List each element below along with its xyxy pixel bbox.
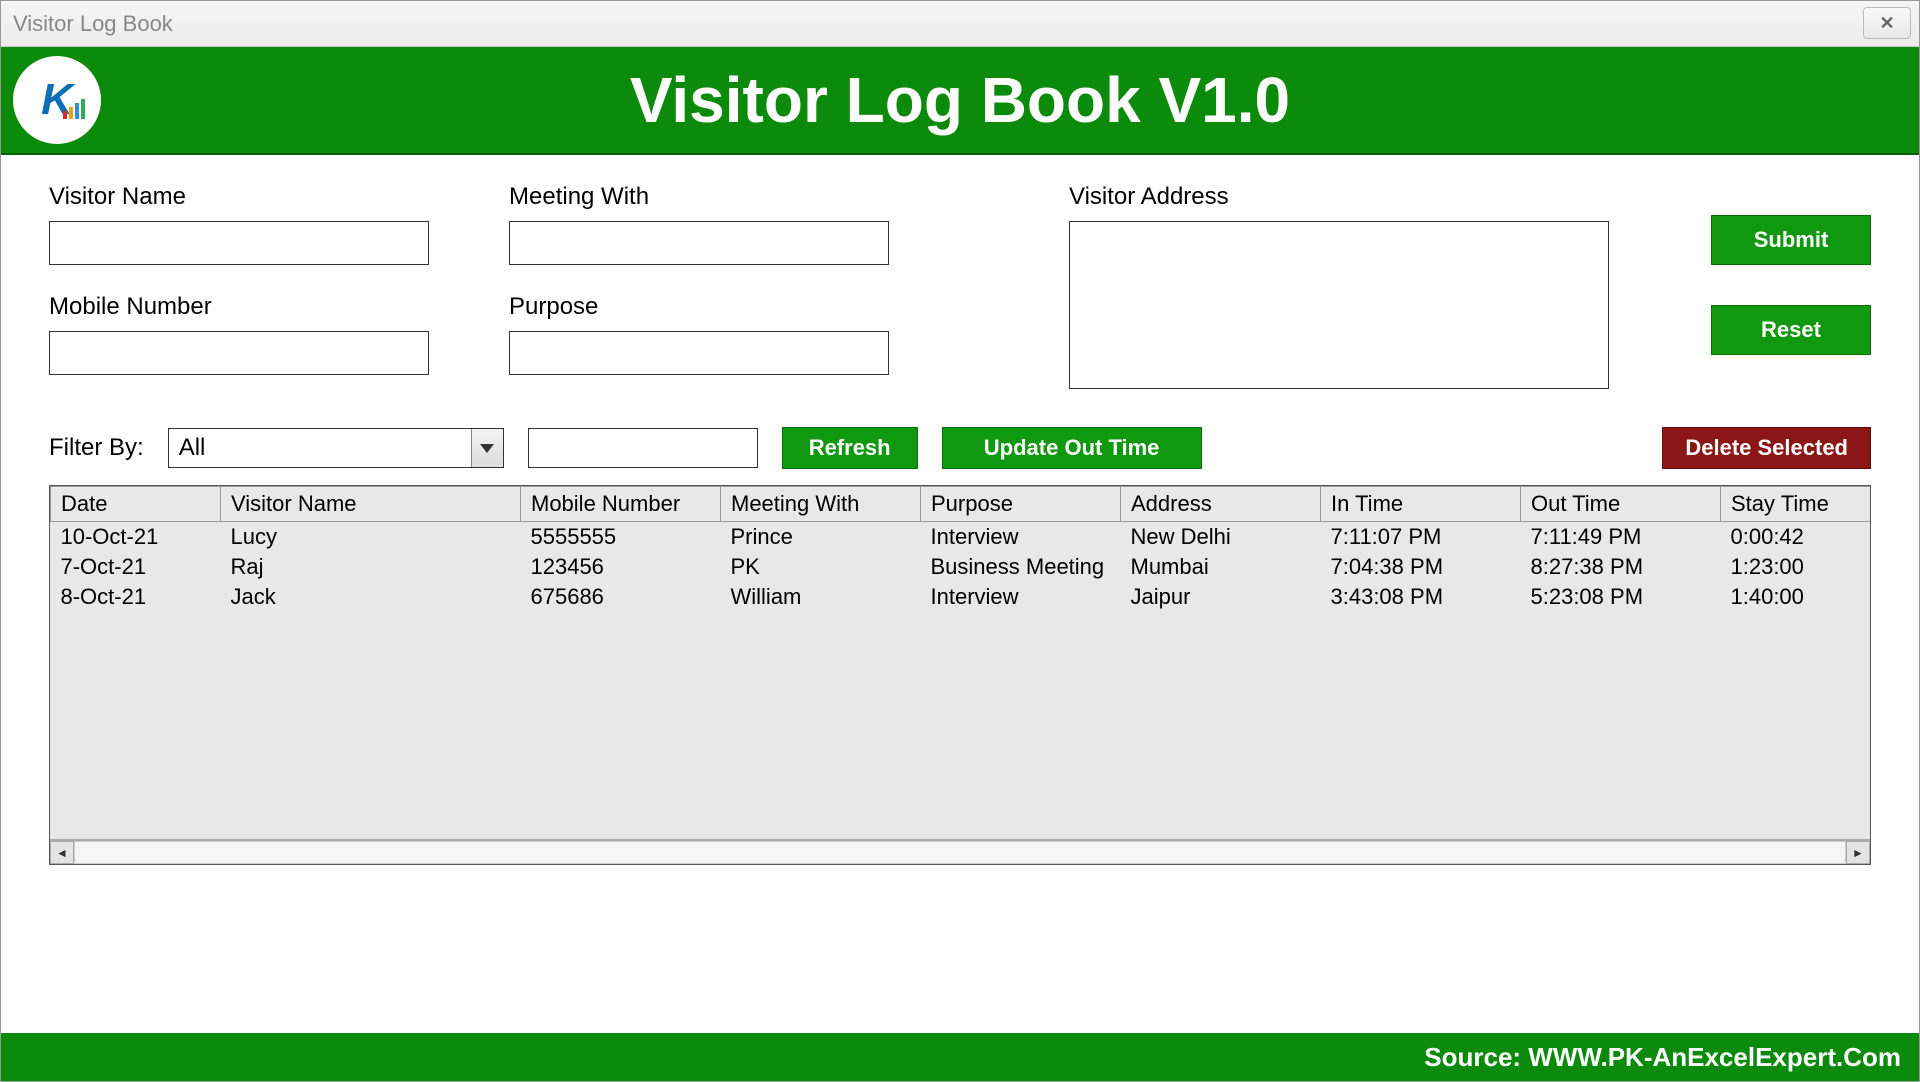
visitor-address-input[interactable]	[1069, 221, 1609, 389]
cell-name: Lucy	[221, 522, 521, 553]
scroll-track[interactable]	[74, 841, 1846, 864]
cell-purpose: Business Meeting	[921, 552, 1121, 582]
cell-in: 7:11:07 PM	[1321, 522, 1521, 553]
reset-button[interactable]: Reset	[1711, 305, 1871, 355]
chevron-down-icon	[471, 429, 503, 467]
filter-search-input[interactable]	[528, 428, 758, 468]
cell-address: Mumbai	[1121, 552, 1321, 582]
cell-mobile: 5555555	[521, 522, 721, 553]
cell-meeting: William	[721, 582, 921, 612]
cell-in: 3:43:08 PM	[1321, 582, 1521, 612]
col-date[interactable]: Date	[51, 487, 221, 522]
cell-date: 10-Oct-21	[51, 522, 221, 553]
header-banner: K Visitor Log Book V1.0	[1, 47, 1919, 155]
filter-toolbar: Filter By: All Refresh Update Out Time D…	[1, 399, 1919, 479]
cell-in: 7:04:38 PM	[1321, 552, 1521, 582]
cell-meeting: PK	[721, 552, 921, 582]
cell-out: 8:27:38 PM	[1521, 552, 1721, 582]
visitor-name-input[interactable]	[49, 221, 429, 265]
app-window: Visitor Log Book ✕ K Visitor Log Book V1…	[0, 0, 1920, 1082]
scroll-left-icon[interactable]: ◄	[50, 841, 74, 864]
cell-stay: 1:40:00	[1721, 582, 1871, 612]
delete-selected-button[interactable]: Delete Selected	[1662, 427, 1871, 469]
grid-header-row: Date Visitor Name Mobile Number Meeting …	[51, 487, 1871, 522]
footer-banner: Source: WWW.PK-AnExcelExpert.Com	[1, 1033, 1919, 1081]
footer-text: Source: WWW.PK-AnExcelExpert.Com	[1424, 1042, 1901, 1073]
mobile-number-label: Mobile Number	[49, 293, 509, 321]
purpose-input[interactable]	[509, 331, 889, 375]
mobile-number-input[interactable]	[49, 331, 429, 375]
cell-out: 7:11:49 PM	[1521, 522, 1721, 553]
data-grid[interactable]: Date Visitor Name Mobile Number Meeting …	[49, 485, 1871, 865]
purpose-label: Purpose	[509, 293, 1069, 321]
filter-by-combo[interactable]: All	[168, 428, 504, 468]
cell-mobile: 123456	[521, 552, 721, 582]
titlebar: Visitor Log Book ✕	[1, 1, 1919, 47]
banner-title: Visitor Log Book V1.0	[101, 63, 1907, 137]
window-title: Visitor Log Book	[13, 11, 173, 37]
col-out-time[interactable]: Out Time	[1521, 487, 1721, 522]
cell-meeting: Prince	[721, 522, 921, 553]
cell-out: 5:23:08 PM	[1521, 582, 1721, 612]
scroll-right-icon[interactable]: ►	[1846, 841, 1870, 864]
cell-address: New Delhi	[1121, 522, 1321, 553]
col-address[interactable]: Address	[1121, 487, 1321, 522]
horizontal-scrollbar[interactable]: ◄ ►	[50, 840, 1870, 864]
col-in-time[interactable]: In Time	[1321, 487, 1521, 522]
cell-address: Jaipur	[1121, 582, 1321, 612]
table-row[interactable]: 7-Oct-21Raj123456PKBusiness MeetingMumba…	[51, 552, 1871, 582]
meeting-with-label: Meeting With	[509, 183, 1069, 211]
col-stay-time[interactable]: Stay Time	[1721, 487, 1871, 522]
cell-date: 7-Oct-21	[51, 552, 221, 582]
table-row[interactable]: 8-Oct-21Jack675686WilliamInterviewJaipur…	[51, 582, 1871, 612]
meeting-with-input[interactable]	[509, 221, 889, 265]
form-area: Visitor Name Mobile Number Meeting With …	[1, 155, 1919, 399]
submit-button[interactable]: Submit	[1711, 215, 1871, 265]
col-mobile[interactable]: Mobile Number	[521, 487, 721, 522]
cell-purpose: Interview	[921, 522, 1121, 553]
logo-icon: K	[41, 75, 73, 125]
cell-name: Jack	[221, 582, 521, 612]
logo: K	[13, 56, 101, 144]
cell-mobile: 675686	[521, 582, 721, 612]
cell-purpose: Interview	[921, 582, 1121, 612]
cell-date: 8-Oct-21	[51, 582, 221, 612]
cell-stay: 0:00:42	[1721, 522, 1871, 553]
table-row[interactable]: 10-Oct-21Lucy5555555PrinceInterviewNew D…	[51, 522, 1871, 553]
cell-stay: 1:23:00	[1721, 552, 1871, 582]
close-icon: ✕	[1879, 13, 1894, 34]
update-out-time-button[interactable]: Update Out Time	[942, 427, 1202, 469]
filter-by-value: All	[169, 434, 471, 462]
refresh-button[interactable]: Refresh	[782, 427, 918, 469]
col-meeting[interactable]: Meeting With	[721, 487, 921, 522]
close-button[interactable]: ✕	[1863, 7, 1911, 39]
cell-name: Raj	[221, 552, 521, 582]
filter-by-label: Filter By:	[49, 434, 144, 462]
visitor-name-label: Visitor Name	[49, 183, 509, 211]
visitor-address-label: Visitor Address	[1069, 183, 1629, 211]
col-visitor-name[interactable]: Visitor Name	[221, 487, 521, 522]
col-purpose[interactable]: Purpose	[921, 487, 1121, 522]
